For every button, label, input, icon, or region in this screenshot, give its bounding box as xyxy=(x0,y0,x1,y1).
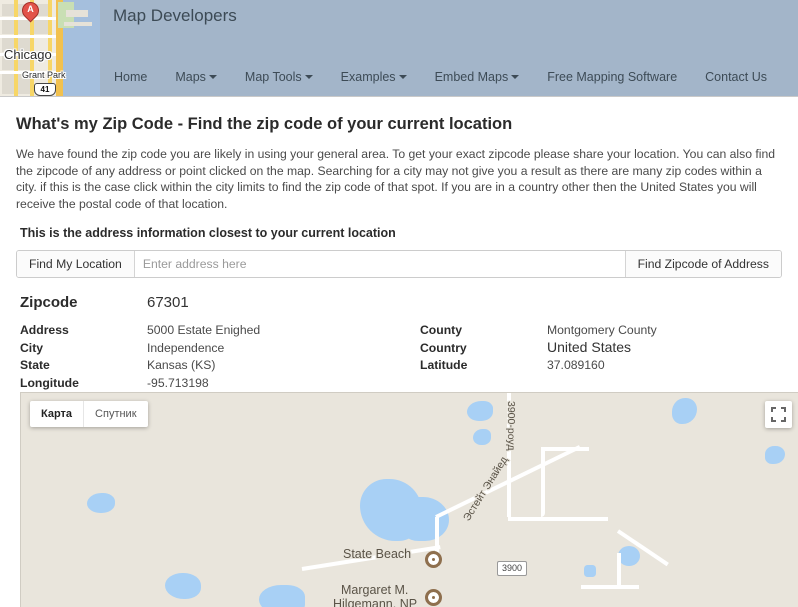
nav-item-home[interactable]: Home xyxy=(100,60,161,94)
map-label-estate-road: Эстейт Энайед xyxy=(461,454,511,524)
header-map-pier xyxy=(64,22,92,26)
header-map-block xyxy=(2,4,14,16)
nav-item-label: Embed Maps xyxy=(434,70,509,84)
info-row-city: City Independence xyxy=(20,340,260,357)
info-value: 37.089160 xyxy=(547,358,605,372)
nav-item-label: Contact Us xyxy=(705,70,767,84)
road-shield-3900: 3900 xyxy=(497,561,528,576)
info-value: 5000 Estate Enighed xyxy=(147,323,261,337)
info-key: Latitude xyxy=(420,358,468,372)
info-row-address: Address 5000 Estate Enighed xyxy=(20,322,260,339)
info-key: Address xyxy=(20,323,69,337)
info-value: United States xyxy=(547,338,632,355)
header-map-pier xyxy=(66,10,88,17)
map-label-margaret-line2: Hilgemann, NP xyxy=(333,597,418,607)
find-my-location-button[interactable]: Find My Location xyxy=(17,251,135,277)
nav-item-label: Free Mapping Software xyxy=(547,70,678,84)
water-body xyxy=(765,446,785,464)
info-value: Kansas (KS) xyxy=(147,358,216,372)
water-body xyxy=(584,565,596,577)
road-horizontal xyxy=(581,585,639,589)
header-map-park-label: Grant Park xyxy=(22,70,66,80)
intro-paragraph: We have found the zip code you are likel… xyxy=(16,147,776,211)
nav-item-label: Examples xyxy=(340,70,396,84)
chevron-down-icon xyxy=(511,75,520,79)
water-body xyxy=(259,585,305,607)
poi-icon-margaret-hilgemann[interactable] xyxy=(425,589,442,606)
chevron-down-icon xyxy=(304,75,313,79)
info-key: County xyxy=(420,323,462,337)
info-row-latitude: Latitude 37.089160 xyxy=(420,357,657,374)
nav-item-label: Home xyxy=(114,70,148,84)
nav-item-maps[interactable]: Maps xyxy=(161,60,231,94)
info-key: Longitude xyxy=(20,375,79,390)
water-body-main xyxy=(399,497,449,541)
header-map-road xyxy=(0,35,62,38)
road-vertical xyxy=(541,449,545,517)
nav-item-map-tools[interactable]: Map Tools xyxy=(231,60,327,94)
nav-item-label: Maps xyxy=(175,70,206,84)
info-row-country: Country United States xyxy=(420,338,657,357)
map-type-button-karta[interactable]: Карта xyxy=(30,401,83,427)
main-navigation: Home Maps Map Tools Examples Embed Maps … xyxy=(100,58,781,96)
info-row-longitude: Longitude -95.713198 xyxy=(20,375,260,392)
address-search-group: Find My Location Find Zipcode of Address xyxy=(16,250,782,278)
fullscreen-button[interactable] xyxy=(765,401,792,428)
info-row-county: County Montgomery County xyxy=(420,322,657,339)
header-map-route-shield: 41 xyxy=(34,83,56,96)
nav-item-contact-us[interactable]: Contact Us xyxy=(691,60,781,94)
water-body xyxy=(87,493,115,513)
info-value: Montgomery County xyxy=(547,323,657,337)
info-key: State xyxy=(20,358,50,372)
water-body xyxy=(467,401,493,421)
find-zipcode-of-address-button[interactable]: Find Zipcode of Address xyxy=(624,251,781,277)
zipcode-value: 67301 xyxy=(147,294,189,311)
result-column-left: Address 5000 Estate Enighed City Indepen… xyxy=(20,322,260,392)
header-map-block xyxy=(2,74,14,94)
road-horizontal xyxy=(541,447,589,451)
map-label-state-beach: State Beach xyxy=(343,547,412,561)
header-map-city-label: Chicago xyxy=(4,47,52,62)
chevron-down-icon xyxy=(398,75,407,79)
map-label-margaret-line1: Margaret M. xyxy=(341,583,409,597)
nav-item-examples[interactable]: Examples xyxy=(327,60,421,94)
address-input[interactable] xyxy=(134,251,625,277)
nav-item-label: Map Tools xyxy=(244,70,302,84)
page-content: What's my Zip Code - Find the zip code o… xyxy=(0,115,798,607)
brand-title: Map Developers xyxy=(113,6,237,25)
chevron-down-icon xyxy=(208,75,217,79)
nav-item-free-mapping-software[interactable]: Free Mapping Software xyxy=(533,60,691,94)
page-title: What's my Zip Code - Find the zip code o… xyxy=(16,115,513,133)
address-section-subheading: This is the address information closest … xyxy=(20,226,396,240)
header-map-block xyxy=(2,20,14,34)
result-column-right: County Montgomery County Country United … xyxy=(420,322,657,375)
info-value: -95.713198 xyxy=(147,375,209,390)
marker-letter: A xyxy=(27,4,34,14)
info-key: City xyxy=(20,340,44,355)
info-row-state: State Kansas (KS) xyxy=(20,357,260,374)
site-header: A Chicago Grant Park 41 Map Developers H… xyxy=(0,0,798,97)
fullscreen-icon xyxy=(771,407,786,422)
nav-item-embed-maps[interactable]: Embed Maps xyxy=(421,60,534,94)
water-body xyxy=(473,429,491,445)
header-map-thumbnail: A Chicago Grant Park 41 xyxy=(0,0,100,96)
road-vertical xyxy=(617,553,621,587)
water-body xyxy=(165,573,201,599)
road-horizontal xyxy=(508,517,608,521)
info-value: Independence xyxy=(147,340,225,355)
header-map-marker-a: A xyxy=(18,0,43,27)
map-label-3900-road: 3900-роуд xyxy=(505,401,517,451)
zipcode-row: Zipcode 67301 xyxy=(20,294,782,311)
map-type-control: Карта Спутник xyxy=(30,401,148,427)
water-body xyxy=(618,546,640,566)
water-body xyxy=(672,398,697,424)
result-info: Zipcode 67301 Address 5000 Estate Enighe… xyxy=(20,294,782,390)
info-key: Country xyxy=(420,340,467,355)
poi-icon-state-beach[interactable] xyxy=(425,551,442,568)
map-canvas[interactable]: State Beach Margaret M. Hilgemann, NP Эс… xyxy=(20,392,798,607)
zipcode-label: Zipcode xyxy=(20,294,78,311)
map-type-button-sputnik[interactable]: Спутник xyxy=(83,401,147,427)
